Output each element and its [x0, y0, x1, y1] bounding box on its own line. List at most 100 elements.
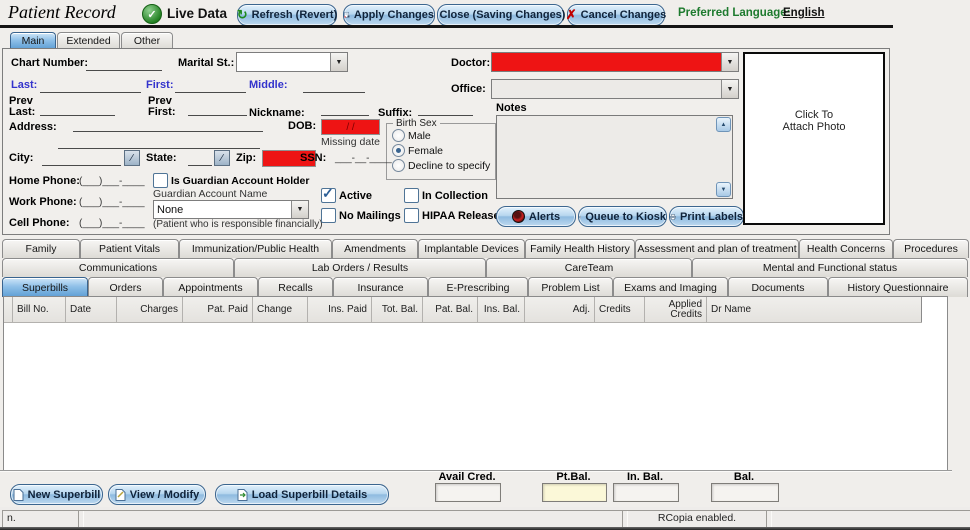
tab-communications[interactable]: Communications	[2, 258, 234, 277]
load-superbill-details-button[interactable]: Load Superbill Details	[215, 484, 389, 505]
column-header-change[interactable]: Change	[253, 297, 308, 322]
chevron-down-icon[interactable]: ▼	[291, 201, 308, 218]
tab-superbills[interactable]: Superbills	[2, 277, 88, 297]
doctor-select[interactable]: ▼	[491, 52, 739, 72]
column-header-pat-bal[interactable]: Pat. Bal.	[423, 297, 478, 322]
print-labels-button[interactable]: Print Labels	[669, 206, 744, 227]
tab-lab-orders[interactable]: Lab Orders / Results	[234, 258, 486, 277]
chevron-down-icon[interactable]: ▼	[721, 53, 738, 71]
column-header-charges[interactable]: Charges	[117, 297, 183, 322]
cancel-changes-button[interactable]: ✗ Cancel Changes	[567, 4, 665, 26]
home-phone-input[interactable]: (___)___-____	[79, 176, 145, 187]
column-header-bill-no[interactable]: Bill No.	[13, 297, 66, 322]
tab-recalls[interactable]: Recalls	[258, 277, 333, 297]
tab-family[interactable]: Family	[2, 239, 80, 258]
tab-e-prescribing[interactable]: E-Prescribing	[428, 277, 528, 297]
radio-decline[interactable]	[392, 159, 405, 172]
tab-amendments[interactable]: Amendments	[332, 239, 418, 258]
column-header-applied-credits[interactable]: Applied Credits	[645, 297, 707, 322]
hipaa-release-checkbox[interactable]	[404, 208, 419, 223]
tab-health-concerns[interactable]: Health Concerns	[799, 239, 893, 258]
column-header-date[interactable]: Date	[66, 297, 117, 322]
column-header-pat-paid[interactable]: Pat. Paid	[183, 297, 253, 322]
close-saving-button[interactable]: Close (Saving Changes)	[437, 4, 564, 26]
column-header-dr-name[interactable]: Dr Name	[707, 297, 922, 322]
view-modify-button[interactable]: View / Modify	[108, 484, 206, 505]
tab-assessment-plan[interactable]: Assessment and plan of treatment	[635, 239, 799, 258]
birth-sex-option-decline[interactable]: Decline to specify	[392, 159, 490, 172]
state-input[interactable]	[188, 153, 212, 166]
tab-patient-vitals[interactable]: Patient Vitals	[80, 239, 179, 258]
marital-status-select[interactable]: ▼	[236, 52, 348, 72]
avail-cred-field[interactable]	[435, 483, 501, 502]
last-name-input[interactable]	[40, 80, 141, 93]
chevron-down-icon[interactable]: ▼	[330, 53, 347, 71]
table-body-empty[interactable]	[4, 323, 947, 470]
tab-careteam[interactable]: CareTeam	[486, 258, 692, 277]
new-superbill-button[interactable]: New Superbill	[10, 484, 103, 505]
birth-sex-option-male[interactable]: Male	[392, 129, 431, 142]
tab-documents[interactable]: Documents	[728, 277, 828, 297]
tab-problem-list[interactable]: Problem List	[528, 277, 613, 297]
no-mailings-checkbox[interactable]	[321, 208, 336, 223]
city-lookup-button[interactable]: ∕	[124, 150, 140, 166]
guardian-name-select[interactable]: None ▼	[153, 200, 309, 219]
radio-male[interactable]	[392, 129, 405, 142]
column-header-blank[interactable]	[4, 297, 13, 322]
radio-female[interactable]	[392, 144, 405, 157]
refresh-button[interactable]: ↻ Refresh (Revert)	[237, 4, 337, 26]
middle-name-input[interactable]	[303, 80, 365, 93]
apply-changes-button[interactable]: Apply Changes	[343, 4, 435, 26]
in-collection-label: In Collection	[422, 190, 488, 202]
column-header-ins-bal[interactable]: Ins. Bal.	[478, 297, 525, 322]
in-collection-checkbox[interactable]	[404, 188, 419, 203]
tab-procedures[interactable]: Procedures	[893, 239, 969, 258]
bal-field[interactable]	[711, 483, 779, 502]
tab-immunization[interactable]: Immunization/Public Health	[179, 239, 332, 258]
dob-input[interactable]: / /	[321, 119, 380, 135]
address-input-line1[interactable]	[73, 119, 263, 132]
column-header-ins-paid[interactable]: Ins. Paid	[308, 297, 372, 322]
cell-phone-input[interactable]: (___)___-____	[79, 218, 145, 229]
column-header-tot-bal[interactable]: Tot. Bal.	[372, 297, 423, 322]
notes-textarea[interactable]: ▲ ▼	[496, 115, 733, 199]
address-input-line2[interactable]	[58, 136, 260, 149]
preferred-language-link[interactable]: English	[783, 7, 825, 19]
attach-photo-box[interactable]: Click To Attach Photo	[743, 52, 885, 225]
tab-mental-functional[interactable]: Mental and Functional status	[692, 258, 968, 277]
pt-bal-field[interactable]	[542, 483, 607, 502]
tab-implantable-devices[interactable]: Implantable Devices	[418, 239, 525, 258]
state-lookup-button[interactable]: ∕	[214, 150, 230, 166]
column-header-credits[interactable]: Credits	[595, 297, 645, 322]
tab-other[interactable]: Other	[121, 32, 173, 49]
tab-appointments[interactable]: Appointments	[163, 277, 258, 297]
birth-sex-option-female[interactable]: Female	[392, 144, 443, 157]
prev-first-input[interactable]	[188, 103, 247, 116]
tab-history-questionnaire[interactable]: History Questionnaire	[828, 277, 968, 297]
suffix-input[interactable]	[418, 103, 473, 116]
office-select[interactable]: ▼	[491, 79, 739, 99]
guardian-account-checkbox[interactable]	[153, 173, 168, 188]
tab-exams-imaging[interactable]: Exams and Imaging	[613, 277, 728, 297]
tab-insurance[interactable]: Insurance	[333, 277, 428, 297]
tab-extended[interactable]: Extended	[57, 32, 120, 49]
prev-last-input[interactable]	[40, 103, 115, 116]
first-name-input[interactable]	[175, 80, 246, 93]
tab-main[interactable]: Main	[10, 32, 56, 49]
scroll-up-icon[interactable]: ▲	[716, 117, 731, 132]
chevron-down-icon[interactable]: ▼	[721, 80, 738, 98]
ssn-input[interactable]: ___-__-____	[335, 153, 392, 164]
active-checkbox[interactable]	[321, 188, 336, 203]
queue-to-kiosk-button[interactable]: Queue to Kiosk	[578, 206, 667, 227]
city-input[interactable]	[42, 153, 121, 166]
chart-number-input[interactable]	[86, 58, 162, 71]
tab-family-health-history[interactable]: Family Health History	[525, 239, 635, 258]
scroll-down-icon[interactable]: ▼	[716, 182, 731, 197]
column-header-adj[interactable]: Adj.	[525, 297, 595, 322]
nickname-input[interactable]	[321, 103, 369, 116]
city-label: City:	[9, 152, 33, 164]
work-phone-input[interactable]: (___)___-____	[79, 197, 145, 208]
in-bal-field[interactable]	[613, 483, 679, 502]
tab-orders[interactable]: Orders	[88, 277, 163, 297]
alerts-button[interactable]: Alerts	[496, 206, 576, 227]
